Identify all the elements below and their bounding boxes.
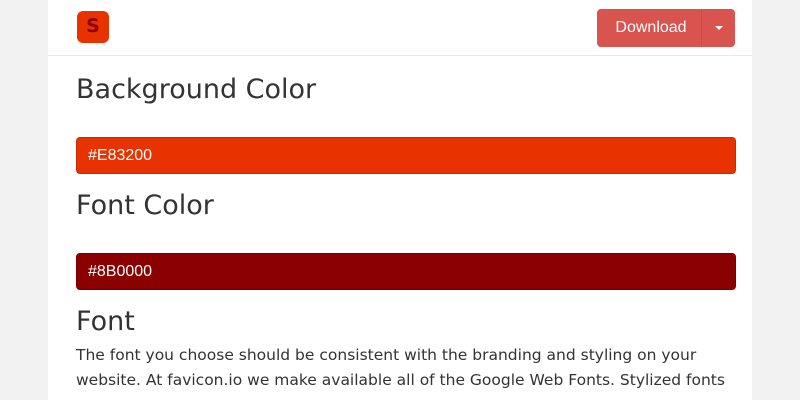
download-dropdown-toggle[interactable] <box>701 9 735 47</box>
page-container: S Download Background Color Font Color F… <box>48 0 752 400</box>
download-button[interactable]: Download <box>597 9 701 47</box>
font-description-line-1: The font you choose should be consistent… <box>76 346 697 364</box>
font-heading: Font <box>76 306 135 337</box>
background-color-heading: Background Color <box>76 74 317 105</box>
favicon-logo[interactable]: S <box>77 11 109 43</box>
background-color-input[interactable] <box>76 137 736 174</box>
download-button-group: Download <box>597 9 735 47</box>
caret-down-icon <box>714 26 723 30</box>
font-description-line-2: website. At favicon.io we make available… <box>76 371 725 389</box>
logo-letter: S <box>86 15 100 37</box>
font-color-input[interactable] <box>76 253 736 290</box>
font-color-heading: Font Color <box>76 190 214 221</box>
font-description: The font you choose should be consistent… <box>76 343 726 393</box>
top-navbar: S Download <box>48 0 752 56</box>
